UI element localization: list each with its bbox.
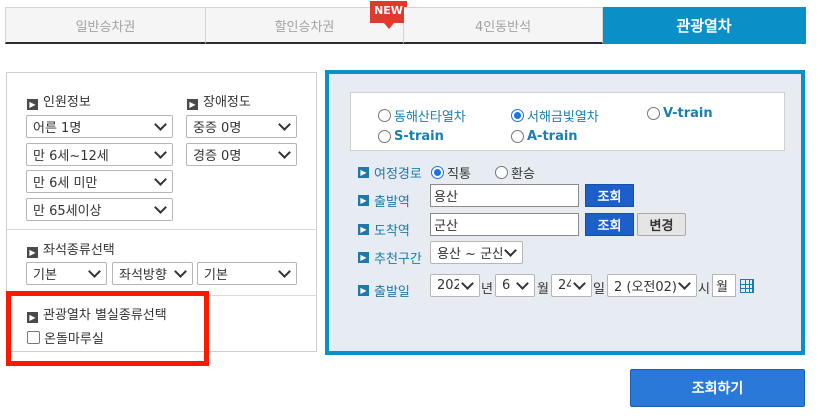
departure-label: ▶ 출발역 bbox=[358, 191, 410, 210]
radio-selected-icon[interactable] bbox=[511, 109, 524, 122]
radio-icon[interactable] bbox=[511, 130, 524, 143]
seat-type-heading: ▶ 좌석종류선택 bbox=[27, 239, 115, 258]
disability-level-heading: ▶ 장애정도 bbox=[187, 91, 251, 110]
train-option-s-train[interactable]: S-train bbox=[378, 129, 444, 144]
new-badge: NEW bbox=[370, 1, 407, 29]
chevron-down-icon bbox=[678, 277, 691, 290]
tab-four-person-seat[interactable]: 4인동반석 bbox=[404, 7, 603, 44]
tab-discount-ticket[interactable]: 할인승차권 NEW bbox=[206, 1, 407, 44]
bullet-icon: ▶ bbox=[187, 99, 198, 110]
weekday-field: 월 bbox=[712, 274, 736, 297]
bullet-icon: ▶ bbox=[27, 247, 38, 258]
year-select[interactable]: 2024 bbox=[430, 274, 480, 297]
route-transfer-radio[interactable]: 환승 bbox=[495, 163, 535, 182]
chevron-down-icon bbox=[278, 146, 291, 159]
month-unit: 월 bbox=[537, 282, 549, 297]
seat-type-select[interactable]: 기본 bbox=[26, 262, 107, 285]
tab-label: 일반승차권 bbox=[75, 19, 136, 35]
chevron-down-icon bbox=[88, 265, 101, 278]
departure-date-label: ▶ 출발일 bbox=[358, 281, 410, 300]
seat-position-select[interactable]: 기본 bbox=[197, 262, 297, 285]
tab-label: 관광열차 bbox=[676, 16, 732, 35]
bullet-icon: ▶ bbox=[27, 99, 38, 110]
tab-tourist-train[interactable]: 관광열차 bbox=[603, 7, 806, 44]
chevron-down-icon bbox=[516, 277, 529, 290]
month-select[interactable]: 6 bbox=[495, 274, 535, 297]
bullet-icon: ▶ bbox=[358, 195, 369, 206]
day-select[interactable]: 24 bbox=[551, 274, 592, 297]
chevron-down-icon bbox=[154, 118, 167, 131]
radio-icon[interactable] bbox=[378, 130, 391, 143]
chevron-down-icon bbox=[154, 173, 167, 186]
route-label: ▶ 여정경로 bbox=[358, 163, 422, 182]
train-selection-box: 동해산타열차 서해금빛열차 V-train S-train A-train bbox=[350, 92, 785, 151]
train-option-seohae[interactable]: 서해금빛열차 bbox=[511, 106, 599, 125]
year-unit: 년 bbox=[481, 282, 493, 297]
departure-lookup-button[interactable]: 조회 bbox=[585, 184, 634, 207]
route-direct-radio[interactable]: 직통 bbox=[431, 163, 471, 182]
swap-stations-button[interactable]: 변경 bbox=[637, 213, 686, 236]
arrival-label: ▶ 도착역 bbox=[358, 220, 410, 239]
infant-count-select[interactable]: 만 6세 미만 bbox=[26, 170, 173, 193]
recommended-section-select[interactable]: 용산 ~ 군산 bbox=[430, 241, 523, 264]
radio-icon[interactable] bbox=[647, 107, 660, 120]
search-button[interactable]: 조회하기 bbox=[630, 369, 805, 407]
section-divider bbox=[7, 229, 316, 230]
hour-select[interactable]: 2 (오전02) bbox=[607, 274, 697, 297]
calendar-icon[interactable] bbox=[740, 279, 754, 293]
chevron-down-icon bbox=[154, 146, 167, 159]
mild-disability-select[interactable]: 경증 0명 bbox=[186, 143, 297, 166]
chevron-down-icon bbox=[278, 118, 291, 131]
radio-icon[interactable] bbox=[378, 109, 391, 122]
ticket-type-tabs: 일반승차권 할인승차권 NEW 4인동반석 관광열차 bbox=[5, 1, 806, 44]
child-count-select[interactable]: 만 6세~12세 bbox=[26, 143, 173, 166]
severe-disability-select[interactable]: 중증 0명 bbox=[186, 115, 297, 138]
bullet-icon: ▶ bbox=[358, 285, 369, 296]
seat-direction-select[interactable]: 좌석방향 bbox=[112, 262, 193, 285]
highlight-box bbox=[6, 291, 209, 366]
recommended-section-label: ▶ 추천구간 bbox=[358, 248, 422, 267]
bullet-icon: ▶ bbox=[358, 167, 369, 178]
radio-selected-icon[interactable] bbox=[431, 166, 444, 179]
radio-icon[interactable] bbox=[495, 166, 508, 179]
chevron-down-icon bbox=[174, 265, 187, 278]
adult-count-select[interactable]: 어른 1명 bbox=[26, 115, 173, 138]
chevron-down-icon bbox=[573, 277, 586, 290]
train-option-v-train[interactable]: V-train bbox=[647, 106, 713, 121]
tab-label: 4인동반석 bbox=[474, 19, 532, 35]
departure-station-input[interactable]: 용산 bbox=[430, 184, 579, 207]
arrival-lookup-button[interactable]: 조회 bbox=[585, 213, 634, 236]
journey-options-panel: 동해산타열차 서해금빛열차 V-train S-train A-train ▶ 여… bbox=[325, 70, 805, 355]
passenger-info-heading: ▶ 인원정보 bbox=[27, 91, 91, 110]
day-unit: 일 bbox=[593, 282, 605, 297]
bullet-icon: ▶ bbox=[358, 224, 369, 235]
train-option-a-train[interactable]: A-train bbox=[511, 129, 578, 144]
chevron-down-icon bbox=[504, 244, 517, 257]
chevron-down-icon bbox=[278, 265, 291, 278]
arrival-station-input[interactable]: 군산 bbox=[430, 213, 579, 236]
tab-regular-ticket[interactable]: 일반승차권 bbox=[5, 7, 206, 44]
hour-unit: 시 bbox=[698, 282, 710, 297]
chevron-down-icon bbox=[461, 277, 474, 290]
train-option-donghae[interactable]: 동해산타열차 bbox=[378, 106, 466, 125]
chevron-down-icon bbox=[154, 201, 167, 214]
tab-label: 할인승차권 bbox=[274, 19, 335, 35]
senior-count-select[interactable]: 만 65세이상 bbox=[26, 198, 173, 221]
bullet-icon: ▶ bbox=[358, 252, 369, 263]
